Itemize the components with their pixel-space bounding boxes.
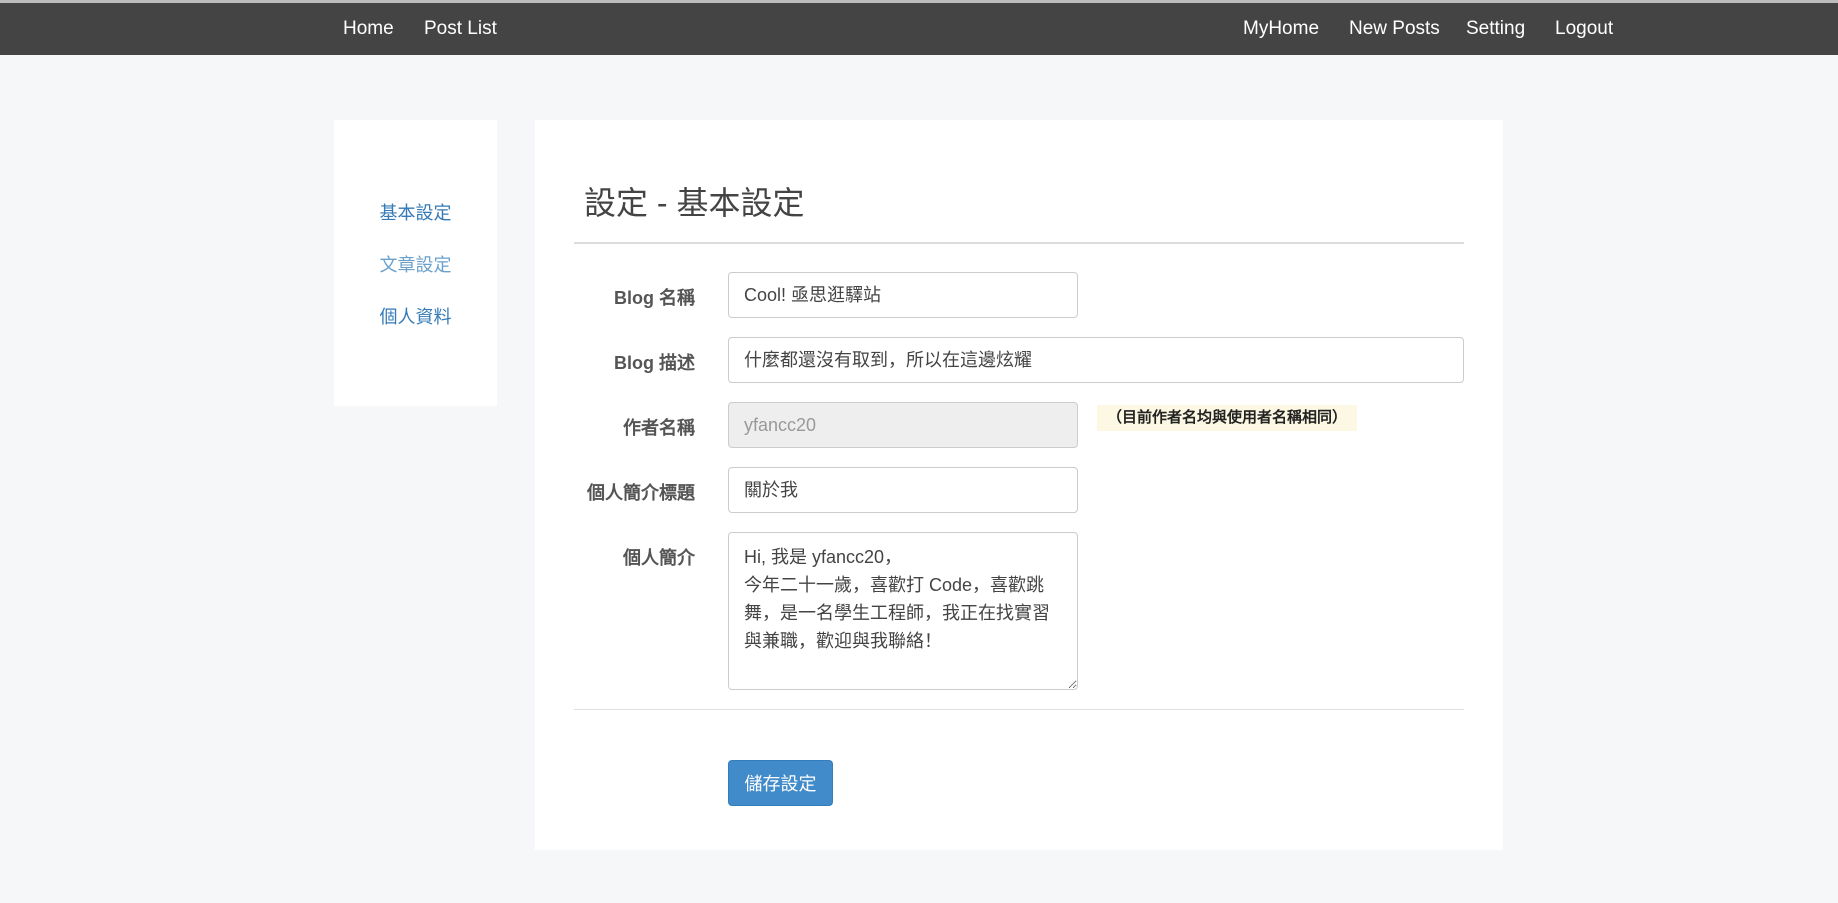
bio-title-label: 個人簡介標題 — [587, 483, 695, 503]
page-title: 設定 - 基本設定 — [584, 185, 805, 221]
bio-label: 個人簡介 — [623, 548, 695, 568]
sidebar-item-basic-settings[interactable]: 基本設定 — [334, 199, 497, 225]
nav-setting-link[interactable]: Setting — [1466, 3, 1525, 55]
blog-name-input[interactable]: Cool! 亟思逛驛站 — [728, 272, 1078, 318]
nav-post-list-link[interactable]: Post List — [424, 3, 497, 55]
author-name-input: yfancc20 — [728, 402, 1078, 448]
blog-description-input[interactable]: 什麼都還沒有取到，所以在這邊炫耀 — [728, 337, 1464, 383]
author-name-label: 作者名稱 — [623, 418, 695, 438]
author-name-note: （目前作者名均與使用者名稱相同） — [1097, 405, 1358, 431]
blog-description-label: Blog 描述 — [614, 353, 695, 373]
save-settings-button[interactable]: 儲存設定 — [728, 760, 833, 806]
sidebar-item-profile[interactable]: 個人資料 — [334, 303, 497, 329]
bio-title-input[interactable]: 關於我 — [728, 467, 1078, 513]
form-divider — [574, 709, 1464, 710]
blog-name-label: Blog 名稱 — [614, 288, 695, 308]
nav-logout-link[interactable]: Logout — [1555, 3, 1613, 55]
bio-textarea[interactable]: Hi, 我是 yfancc20， 今年二十一歲，喜歡打 Code，喜歡跳舞，是一… — [728, 532, 1078, 690]
sidebar-item-article-settings[interactable]: 文章設定 — [334, 251, 497, 277]
top-navbar: Home Post List MyHome New Posts Setting … — [0, 3, 1838, 55]
settings-panel: 設定 - 基本設定 Blog 名稱 Cool! 亟思逛驛站 Blog 描述 什麼… — [535, 120, 1503, 850]
nav-new-posts-link[interactable]: New Posts — [1349, 3, 1440, 55]
title-divider — [574, 242, 1464, 244]
settings-sidebar: 基本設定 文章設定 個人資料 — [334, 120, 497, 406]
nav-home-link[interactable]: Home — [343, 3, 394, 55]
nav-myhome-link[interactable]: MyHome — [1243, 3, 1319, 55]
